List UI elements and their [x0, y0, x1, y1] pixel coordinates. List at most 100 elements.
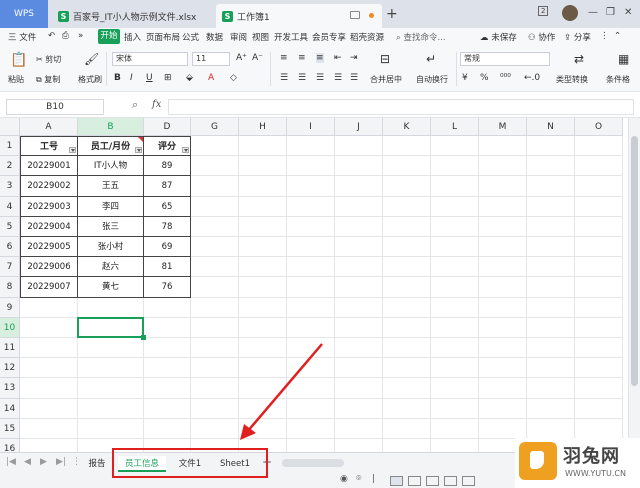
cell-D4[interactable]: 65 — [144, 196, 191, 217]
cell-M4[interactable] — [479, 196, 527, 217]
cell-O7[interactable] — [575, 257, 623, 278]
print-icon[interactable]: ⎙ — [62, 31, 69, 41]
cell-D8[interactable]: 76 — [144, 277, 191, 298]
convert-icon[interactable]: ⇄ — [574, 52, 584, 66]
column-header-I[interactable]: I — [287, 118, 335, 136]
cell-B7[interactable]: 赵六 — [78, 257, 144, 278]
wrap-text-icon[interactable]: ↵ — [426, 52, 436, 66]
clear-icon[interactable]: ◇ — [230, 73, 237, 83]
cell-A11[interactable] — [20, 338, 78, 359]
cell-O14[interactable] — [575, 398, 623, 419]
normal-view-button[interactable] — [390, 476, 403, 486]
column-header-M[interactable]: M — [479, 118, 527, 136]
cell-K7[interactable] — [383, 257, 431, 278]
cell-G8[interactable] — [191, 277, 239, 298]
cell-N10[interactable] — [527, 317, 575, 338]
cell-B15[interactable] — [78, 418, 144, 439]
avatar[interactable] — [562, 5, 578, 21]
cell-G2[interactable] — [191, 156, 239, 177]
menu-data[interactable]: 数据 — [206, 31, 223, 43]
conditional-format-icon[interactable]: ▦ — [618, 52, 629, 66]
cell-L3[interactable] — [431, 176, 479, 197]
cell-M15[interactable] — [479, 418, 527, 439]
cell-G9[interactable] — [191, 297, 239, 318]
command-search[interactable]: ⌕ 查找命令... — [396, 31, 446, 43]
cell-A6[interactable]: 20229005 — [20, 237, 78, 258]
cell-H15[interactable] — [239, 418, 287, 439]
column-header-N[interactable]: N — [527, 118, 575, 136]
cell-A7[interactable]: 20229006 — [20, 257, 78, 278]
font-color-icon[interactable]: A — [208, 73, 214, 83]
minimize-icon[interactable]: — — [588, 7, 598, 18]
cell-N13[interactable] — [527, 378, 575, 399]
cell-D3[interactable]: 87 — [144, 176, 191, 197]
cell-I2[interactable] — [287, 156, 335, 177]
cell-L16[interactable] — [431, 439, 479, 452]
fill-color-icon[interactable]: ⬙ — [186, 73, 193, 83]
cell-K3[interactable] — [383, 176, 431, 197]
cell-N1[interactable] — [527, 136, 575, 157]
copy-button[interactable]: ⧉ 复制 — [36, 74, 60, 85]
cell-H11[interactable] — [239, 338, 287, 359]
cell-G3[interactable] — [191, 176, 239, 197]
cell-A12[interactable] — [20, 358, 78, 379]
percent-icon[interactable]: % — [480, 73, 489, 83]
cell-B13[interactable] — [78, 378, 144, 399]
decrease-font-icon[interactable]: A⁻ — [252, 53, 263, 63]
row-header-2[interactable]: 2 — [0, 156, 20, 177]
number-format-select[interactable]: 常规 — [460, 52, 550, 66]
cell-H13[interactable] — [239, 378, 287, 399]
cell-D7[interactable]: 81 — [144, 257, 191, 278]
row-header-14[interactable]: 14 — [0, 398, 20, 419]
cell-J7[interactable] — [335, 257, 383, 278]
row-header-4[interactable]: 4 — [0, 196, 20, 217]
cell-N15[interactable] — [527, 418, 575, 439]
cell-G5[interactable] — [191, 216, 239, 237]
conditional-format-button[interactable]: 条件格 — [606, 74, 630, 85]
cell-K11[interactable] — [383, 338, 431, 359]
cell-G6[interactable] — [191, 237, 239, 258]
row-header-10[interactable]: 10 — [0, 317, 20, 338]
cell-H10[interactable] — [239, 317, 287, 338]
cell-H3[interactable] — [239, 176, 287, 197]
cell-J4[interactable] — [335, 196, 383, 217]
collaborate-button[interactable]: ⚇ 协作 — [528, 31, 555, 43]
column-header-L[interactable]: L — [431, 118, 479, 136]
cell-J11[interactable] — [335, 338, 383, 359]
cell-H12[interactable] — [239, 358, 287, 379]
cell-H6[interactable] — [239, 237, 287, 258]
cell-H4[interactable] — [239, 196, 287, 217]
align-bottom-icon[interactable]: ≡ — [316, 53, 324, 63]
reading-view-button[interactable] — [444, 476, 457, 486]
document-tab-workbook1[interactable]: S 工作簿1 — [216, 4, 382, 28]
row-header-13[interactable]: 13 — [0, 378, 20, 399]
cell-H1[interactable] — [239, 136, 287, 157]
cell-J1[interactable] — [335, 136, 383, 157]
cell-G1[interactable] — [191, 136, 239, 157]
cell-B6[interactable]: 张小村 — [78, 237, 144, 258]
menu-review[interactable]: 审阅 — [230, 31, 247, 43]
row-header-1[interactable]: 1 — [0, 136, 20, 157]
underline-icon[interactable]: U — [146, 73, 153, 83]
cell-I1[interactable] — [287, 136, 335, 157]
increase-decimal-icon[interactable]: ←.0 — [524, 73, 540, 83]
cell-N5[interactable] — [527, 216, 575, 237]
cell-B9[interactable] — [78, 297, 144, 318]
close-icon[interactable]: ✕ — [624, 7, 632, 18]
cell-N6[interactable] — [527, 237, 575, 258]
cell-K12[interactable] — [383, 358, 431, 379]
thousands-icon[interactable]: ⁰⁰⁰ — [500, 73, 511, 83]
cell-G10[interactable] — [191, 317, 239, 338]
cell-G13[interactable] — [191, 378, 239, 399]
cell-D14[interactable] — [144, 398, 191, 419]
cell-I9[interactable] — [287, 297, 335, 318]
type-convert-button[interactable]: 类型转换 — [556, 74, 588, 85]
cell-J15[interactable] — [335, 418, 383, 439]
sheet-tab-report[interactable]: 报告 — [82, 456, 112, 472]
cell-I5[interactable] — [287, 216, 335, 237]
format-painter-icon[interactable]: 🖌 — [84, 52, 99, 66]
cell-G11[interactable] — [191, 338, 239, 359]
cell-O11[interactable] — [575, 338, 623, 359]
cell-K1[interactable] — [383, 136, 431, 157]
cell-L12[interactable] — [431, 358, 479, 379]
